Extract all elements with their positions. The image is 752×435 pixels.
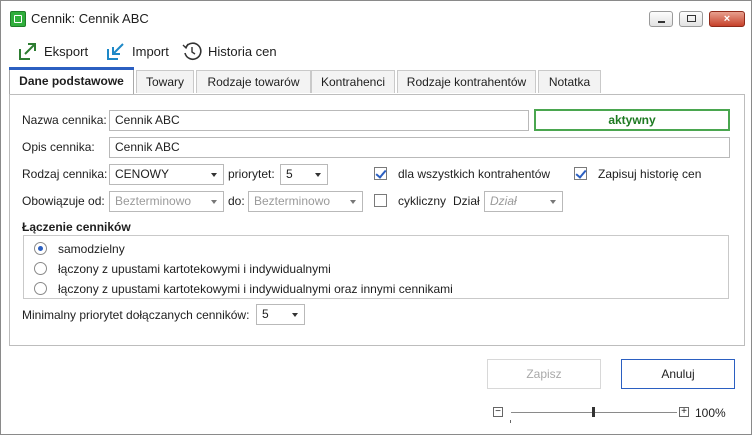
cancel-button[interactable]: Anuluj xyxy=(621,359,735,389)
maximize-icon xyxy=(687,15,696,22)
import-button[interactable]: Import xyxy=(106,39,169,63)
type-select-value: CENOWY xyxy=(115,167,169,181)
save-button[interactable]: Zapisz xyxy=(487,359,601,389)
linking-option-label: łączony z upustami kartotekowymi i indyw… xyxy=(58,282,453,296)
valid-to-value: Bezterminowo xyxy=(254,194,331,208)
minimize-icon xyxy=(658,21,665,23)
chevron-down-icon xyxy=(550,200,556,204)
valid-from-value: Bezterminowo xyxy=(115,194,192,208)
close-icon: × xyxy=(723,13,731,25)
type-select[interactable]: CENOWY xyxy=(109,164,224,185)
tab-notes[interactable]: Notatka xyxy=(538,70,601,93)
min-priority-value: 5 xyxy=(262,307,269,321)
department-select[interactable]: Dział xyxy=(484,191,563,212)
maximize-button[interactable] xyxy=(679,11,703,27)
history-icon xyxy=(182,42,202,60)
chevron-down-icon xyxy=(292,313,298,317)
linking-option-label: łączony z upustami kartotekowymi i indyw… xyxy=(58,262,331,276)
type-label: Rodzaj cennika: xyxy=(22,167,108,181)
zoom-tick xyxy=(510,420,511,423)
minimize-button[interactable] xyxy=(649,11,673,27)
valid-from-select[interactable]: Bezterminowo xyxy=(109,191,224,212)
chevron-down-icon xyxy=(315,173,321,177)
import-label: Import xyxy=(132,43,169,59)
valid-to-label: do: xyxy=(228,194,245,208)
priority-select-value: 5 xyxy=(286,167,293,181)
status-badge[interactable]: aktywny xyxy=(534,109,730,131)
name-label: Nazwa cennika: xyxy=(22,113,107,127)
description-label: Opis cennika: xyxy=(22,140,95,154)
close-button[interactable]: × xyxy=(709,11,745,27)
valid-to-select[interactable]: Bezterminowo xyxy=(248,191,363,212)
min-priority-label: Minimalny priorytet dołączanych cenników… xyxy=(22,308,250,322)
save-history-label: Zapisuj historię cen xyxy=(598,167,702,181)
tab-basic-data[interactable]: Dane podstawowe xyxy=(9,67,134,94)
priority-select[interactable]: 5 xyxy=(280,164,328,185)
linking-option-discounts-radio[interactable] xyxy=(34,262,47,275)
zoom-in-button[interactable]: + xyxy=(679,407,689,417)
zoom-level: 100% xyxy=(695,406,726,420)
priority-label: priorytet: xyxy=(228,167,275,181)
cyclic-checkbox[interactable] xyxy=(374,194,387,207)
linking-section-title: Łączenie cenników xyxy=(22,220,131,234)
history-label: Historia cen xyxy=(208,43,277,59)
description-input[interactable]: Cennik ABC xyxy=(109,137,730,158)
valid-from-label: Obowiązuje od: xyxy=(22,194,105,208)
tab-contractors[interactable]: Kontrahenci xyxy=(311,70,395,93)
tab-product-types[interactable]: Rodzaje towarów xyxy=(196,70,311,93)
app-window: Cennik: Cennik ABC × Eksport Import Hist… xyxy=(0,0,752,435)
export-button[interactable]: Eksport xyxy=(18,39,88,63)
export-icon xyxy=(19,43,36,60)
chevron-down-icon xyxy=(350,200,356,204)
export-label: Eksport xyxy=(44,43,89,59)
linking-option-label: samodzielny xyxy=(58,242,125,256)
min-priority-select[interactable]: 5 xyxy=(256,304,305,325)
price-history-button[interactable]: Historia cen xyxy=(182,39,277,63)
linking-option-all-radio[interactable] xyxy=(34,282,47,295)
linking-option-standalone-radio[interactable] xyxy=(34,242,47,255)
save-history-checkbox[interactable] xyxy=(574,167,587,180)
import-icon xyxy=(107,43,124,60)
department-label: Dział xyxy=(453,194,480,208)
tab-bar: Dane podstawowe Towary Rodzaje towarów K… xyxy=(9,67,745,94)
department-placeholder: Dział xyxy=(490,194,517,208)
name-input[interactable]: Cennik ABC xyxy=(109,110,529,131)
all-contractors-checkbox[interactable] xyxy=(374,167,387,180)
all-contractors-label: dla wszystkich kontrahentów xyxy=(398,167,551,181)
app-icon xyxy=(10,11,26,27)
tab-products[interactable]: Towary xyxy=(136,70,194,93)
chevron-down-icon xyxy=(211,173,217,177)
title-bar: Cennik: Cennik ABC × xyxy=(1,1,751,35)
tab-contractor-types[interactable]: Rodzaje kontrahentów xyxy=(397,70,536,93)
cyclic-label: cykliczny xyxy=(398,194,447,208)
chevron-down-icon xyxy=(211,200,217,204)
zoom-slider-thumb[interactable] xyxy=(592,407,595,417)
zoom-out-button[interactable]: − xyxy=(493,407,503,417)
window-title: Cennik: Cennik ABC xyxy=(31,11,149,26)
